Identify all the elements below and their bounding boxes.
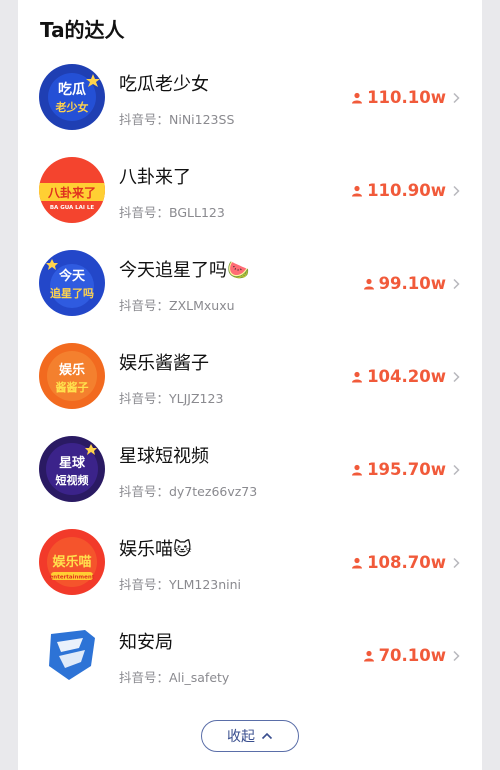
person-icon <box>351 185 363 197</box>
influencer-row[interactable]: 知安局 抖音号：Ali_safety 70.10w <box>18 622 482 714</box>
chigua-avatar-icon: 吃瓜 老少女 <box>39 64 105 130</box>
follower-count[interactable]: 195.70w <box>351 460 460 479</box>
influencer-handle: 抖音号：dy7tez66vz73 <box>119 484 258 499</box>
chevron-right-icon <box>452 371 460 383</box>
chevron-right-icon <box>452 185 460 197</box>
zhianju-shield-avatar-icon <box>39 622 105 688</box>
person-icon <box>351 464 363 476</box>
svg-text:娱乐喵: 娱乐喵 <box>52 554 91 570</box>
avatar[interactable]: 娱乐喵 entertainment <box>39 529 105 595</box>
follower-count[interactable]: 99.10w <box>363 274 460 293</box>
follower-count[interactable]: 108.70w <box>351 553 460 572</box>
influencer-name[interactable]: 八卦来了 <box>119 163 191 189</box>
avatar[interactable]: 今天 追星了吗 <box>39 250 105 316</box>
avatar[interactable]: 八卦来了 BA GUA LAI LE <box>39 157 105 223</box>
svg-text:BA GUA LAI LE: BA GUA LAI LE <box>50 205 95 211</box>
follower-count[interactable]: 104.20w <box>351 367 460 386</box>
influencer-row[interactable]: 娱乐 酱酱子 娱乐酱酱子 抖音号：YLJJZ123 104.20w <box>18 343 482 435</box>
bagua-avatar-icon: 八卦来了 BA GUA LAI LE <box>39 157 105 223</box>
influencer-handle: 抖音号：NiNi123SS <box>119 112 235 127</box>
section-title: Ta的达人 <box>40 18 125 42</box>
follower-count-value: 108.70w <box>367 553 446 572</box>
zhuixing-avatar-icon: 今天 追星了吗 <box>39 250 105 316</box>
chevron-up-icon <box>261 732 273 740</box>
svg-text:酱酱子: 酱酱子 <box>56 380 89 394</box>
avatar[interactable] <box>39 622 105 688</box>
avatar[interactable]: 娱乐 酱酱子 <box>39 343 105 409</box>
person-icon <box>363 278 375 290</box>
collapse-button[interactable]: 收起 <box>201 720 299 752</box>
svg-text:八卦来了: 八卦来了 <box>47 185 96 200</box>
influencer-name[interactable]: 星球短视频 <box>119 442 209 468</box>
influencer-handle: 抖音号：Ali_safety <box>119 670 230 685</box>
influencer-name[interactable]: 知安局 <box>119 628 173 654</box>
follower-count[interactable]: 110.10w <box>351 88 460 107</box>
influencer-handle: 抖音号：YLJJZ123 <box>119 391 224 406</box>
person-icon <box>351 92 363 104</box>
svg-text:吃瓜: 吃瓜 <box>58 81 86 98</box>
follower-count[interactable]: 110.90w <box>351 181 460 200</box>
follower-count-value: 195.70w <box>367 460 446 479</box>
influencer-row[interactable]: 星球 短视频 星球短视频 抖音号：dy7tez66vz73 195.70w <box>18 436 482 528</box>
chevron-right-icon <box>452 278 460 290</box>
follower-count[interactable]: 70.10w <box>363 646 460 665</box>
influencer-name[interactable]: 吃瓜老少女 <box>119 70 209 96</box>
follower-count-value: 110.90w <box>367 181 446 200</box>
influencer-row[interactable]: 吃瓜 老少女 吃瓜老少女 抖音号：NiNi123SS 110.10w <box>18 64 482 156</box>
svg-text:短视频: 短视频 <box>56 473 89 487</box>
yule-avatar-icon: 娱乐 酱酱子 <box>39 343 105 409</box>
follower-count-value: 110.10w <box>367 88 446 107</box>
influencer-name[interactable]: 今天追星了吗🍉 <box>119 256 249 282</box>
avatar[interactable]: 星球 短视频 <box>39 436 105 502</box>
influencer-card: Ta的达人 吃瓜 老少女 吃瓜老少女 抖音号：NiNi123SS 110.10w <box>18 0 482 770</box>
collapse-button-label: 收起 <box>227 729 255 745</box>
svg-text:追星了吗: 追星了吗 <box>50 286 94 300</box>
svg-text:星球: 星球 <box>59 455 86 471</box>
svg-text:今天: 今天 <box>58 268 86 284</box>
influencer-handle: 抖音号：YLM123nini <box>119 577 242 592</box>
xingqiu-avatar-icon: 星球 短视频 <box>39 436 105 502</box>
influencer-name[interactable]: 娱乐喵🐱 <box>119 535 192 561</box>
avatar[interactable]: 吃瓜 老少女 <box>39 64 105 130</box>
svg-text:老少女: 老少女 <box>55 100 89 114</box>
follower-count-value: 70.10w <box>378 646 446 665</box>
influencer-row[interactable]: 今天 追星了吗 今天追星了吗🍉 抖音号：ZXLMxuxu 99.10w <box>18 250 482 342</box>
svg-text:娱乐: 娱乐 <box>59 362 85 378</box>
follower-count-value: 99.10w <box>378 274 446 293</box>
follower-count-value: 104.20w <box>367 367 446 386</box>
influencer-row[interactable]: 娱乐喵 entertainment 娱乐喵🐱 抖音号：YLM123nini 10… <box>18 529 482 621</box>
person-icon <box>351 371 363 383</box>
influencer-row[interactable]: 八卦来了 BA GUA LAI LE 八卦来了 抖音号：BGLL123 110.… <box>18 157 482 249</box>
chevron-right-icon <box>452 92 460 104</box>
chevron-right-icon <box>452 464 460 476</box>
chevron-right-icon <box>452 557 460 569</box>
yulemiao-avatar-icon: 娱乐喵 entertainment <box>39 529 105 595</box>
svg-text:entertainment: entertainment <box>50 575 95 581</box>
chevron-right-icon <box>452 650 460 662</box>
influencer-handle: 抖音号：ZXLMxuxu <box>119 298 235 313</box>
person-icon <box>351 557 363 569</box>
person-icon <box>363 650 375 662</box>
influencer-handle: 抖音号：BGLL123 <box>119 205 225 220</box>
influencer-name[interactable]: 娱乐酱酱子 <box>119 349 209 375</box>
